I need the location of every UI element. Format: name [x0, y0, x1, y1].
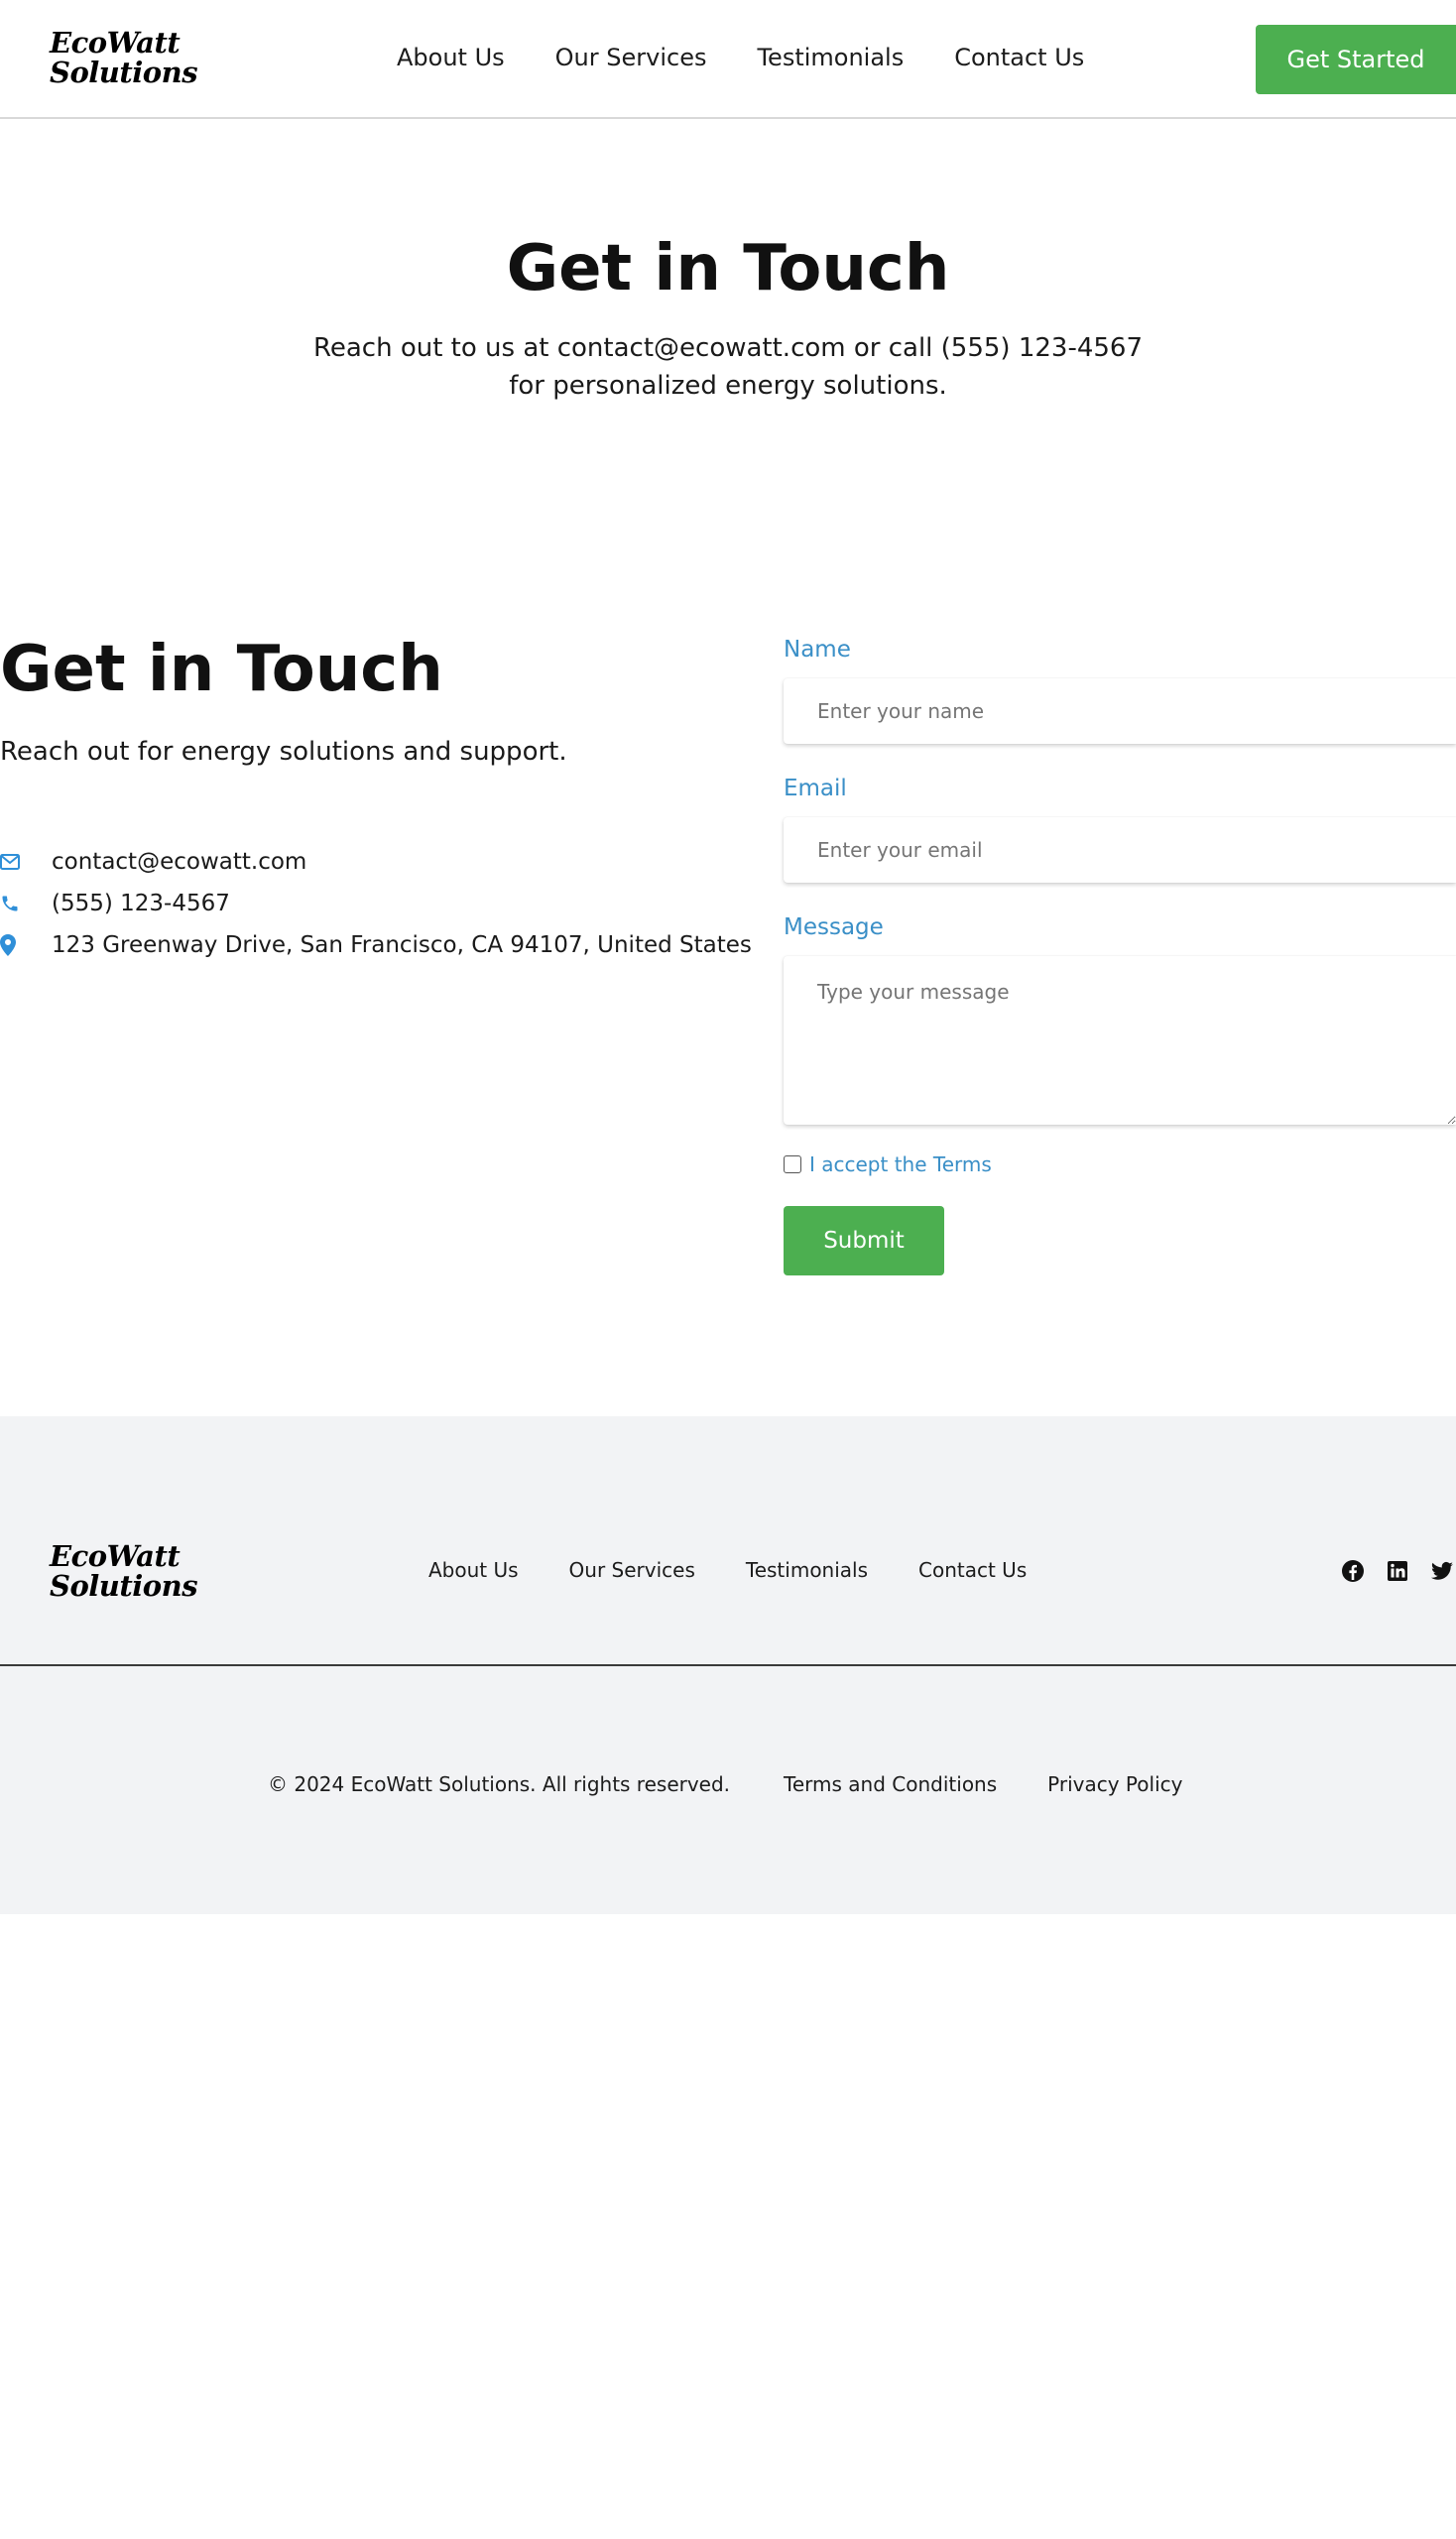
nav-about-us[interactable]: About Us [397, 40, 505, 75]
submit-button[interactable]: Submit [784, 1206, 944, 1275]
nav-our-services[interactable]: Our Services [555, 40, 707, 75]
terms-link[interactable]: Terms and Conditions [784, 1769, 997, 1799]
social-links [1341, 1559, 1456, 1583]
email-input[interactable] [784, 817, 1456, 883]
footer-logo[interactable]: EcoWatt Solutions [50, 1541, 198, 1601]
contact-phone-item: (555) 123-4567 [0, 883, 752, 924]
terms-label[interactable]: I accept the Terms [809, 1152, 992, 1176]
linkedin-icon[interactable] [1386, 1559, 1409, 1583]
contact-form: Name Email Message I accept the Terms Su… [784, 633, 1456, 1275]
site-header: EcoWatt Solutions About Us Our Services … [0, 0, 1456, 119]
contact-address-item: 123 Greenway Drive, San Francisco, CA 94… [0, 924, 752, 966]
copyright-text: © 2024 EcoWatt Solutions. All rights res… [268, 1772, 731, 1796]
get-started-button[interactable]: Get Started [1256, 25, 1456, 94]
name-input[interactable] [784, 678, 1456, 744]
envelope-icon [0, 851, 22, 873]
nav-testimonials[interactable]: Testimonials [757, 40, 904, 75]
nav-contact-us[interactable]: Contact Us [954, 40, 1084, 75]
footer-nav-about-us[interactable]: About Us [428, 1555, 519, 1585]
name-label: Name [784, 637, 851, 663]
contact-email-text[interactable]: contact@ecowatt.com [52, 849, 306, 875]
footer-nav-contact-us[interactable]: Contact Us [918, 1555, 1027, 1585]
footer-nav: About Us Our Services Testimonials Conta… [428, 1555, 1077, 1585]
footer-nav-our-services[interactable]: Our Services [569, 1555, 695, 1585]
contact-title: Get in Touch [0, 633, 443, 706]
map-pin-icon [0, 934, 22, 956]
footer-divider [0, 1664, 1456, 1666]
footer-bottom: © 2024 EcoWatt Solutions. All rights res… [268, 1769, 1233, 1799]
terms-checkbox[interactable] [784, 1155, 801, 1173]
contact-address-text: 123 Greenway Drive, San Francisco, CA 94… [52, 932, 752, 958]
hero-title: Get in Touch [506, 232, 950, 305]
phone-icon [0, 893, 22, 914]
email-label: Email [784, 776, 847, 801]
terms-row: I accept the Terms [784, 1152, 1456, 1176]
hero-subtitle: Reach out to us at contact@ecowatt.com o… [312, 333, 1144, 401]
privacy-link[interactable]: Privacy Policy [1047, 1769, 1182, 1799]
facebook-icon[interactable] [1341, 1559, 1365, 1583]
main-nav: About Us Our Services Testimonials Conta… [397, 40, 1135, 75]
footer-nav-testimonials[interactable]: Testimonials [746, 1555, 868, 1585]
contact-subtitle: Reach out for energy solutions and suppo… [0, 737, 567, 767]
message-textarea[interactable] [784, 956, 1456, 1125]
contact-phone-text[interactable]: (555) 123-4567 [52, 891, 230, 916]
contact-email-item: contact@ecowatt.com [0, 841, 752, 883]
contact-info-list: contact@ecowatt.com (555) 123-4567 123 G… [0, 841, 752, 966]
site-footer: EcoWatt Solutions About Us Our Services … [0, 1416, 1456, 1914]
logo[interactable]: EcoWatt Solutions [50, 28, 198, 87]
twitter-icon[interactable] [1430, 1559, 1454, 1583]
message-label: Message [784, 914, 884, 940]
